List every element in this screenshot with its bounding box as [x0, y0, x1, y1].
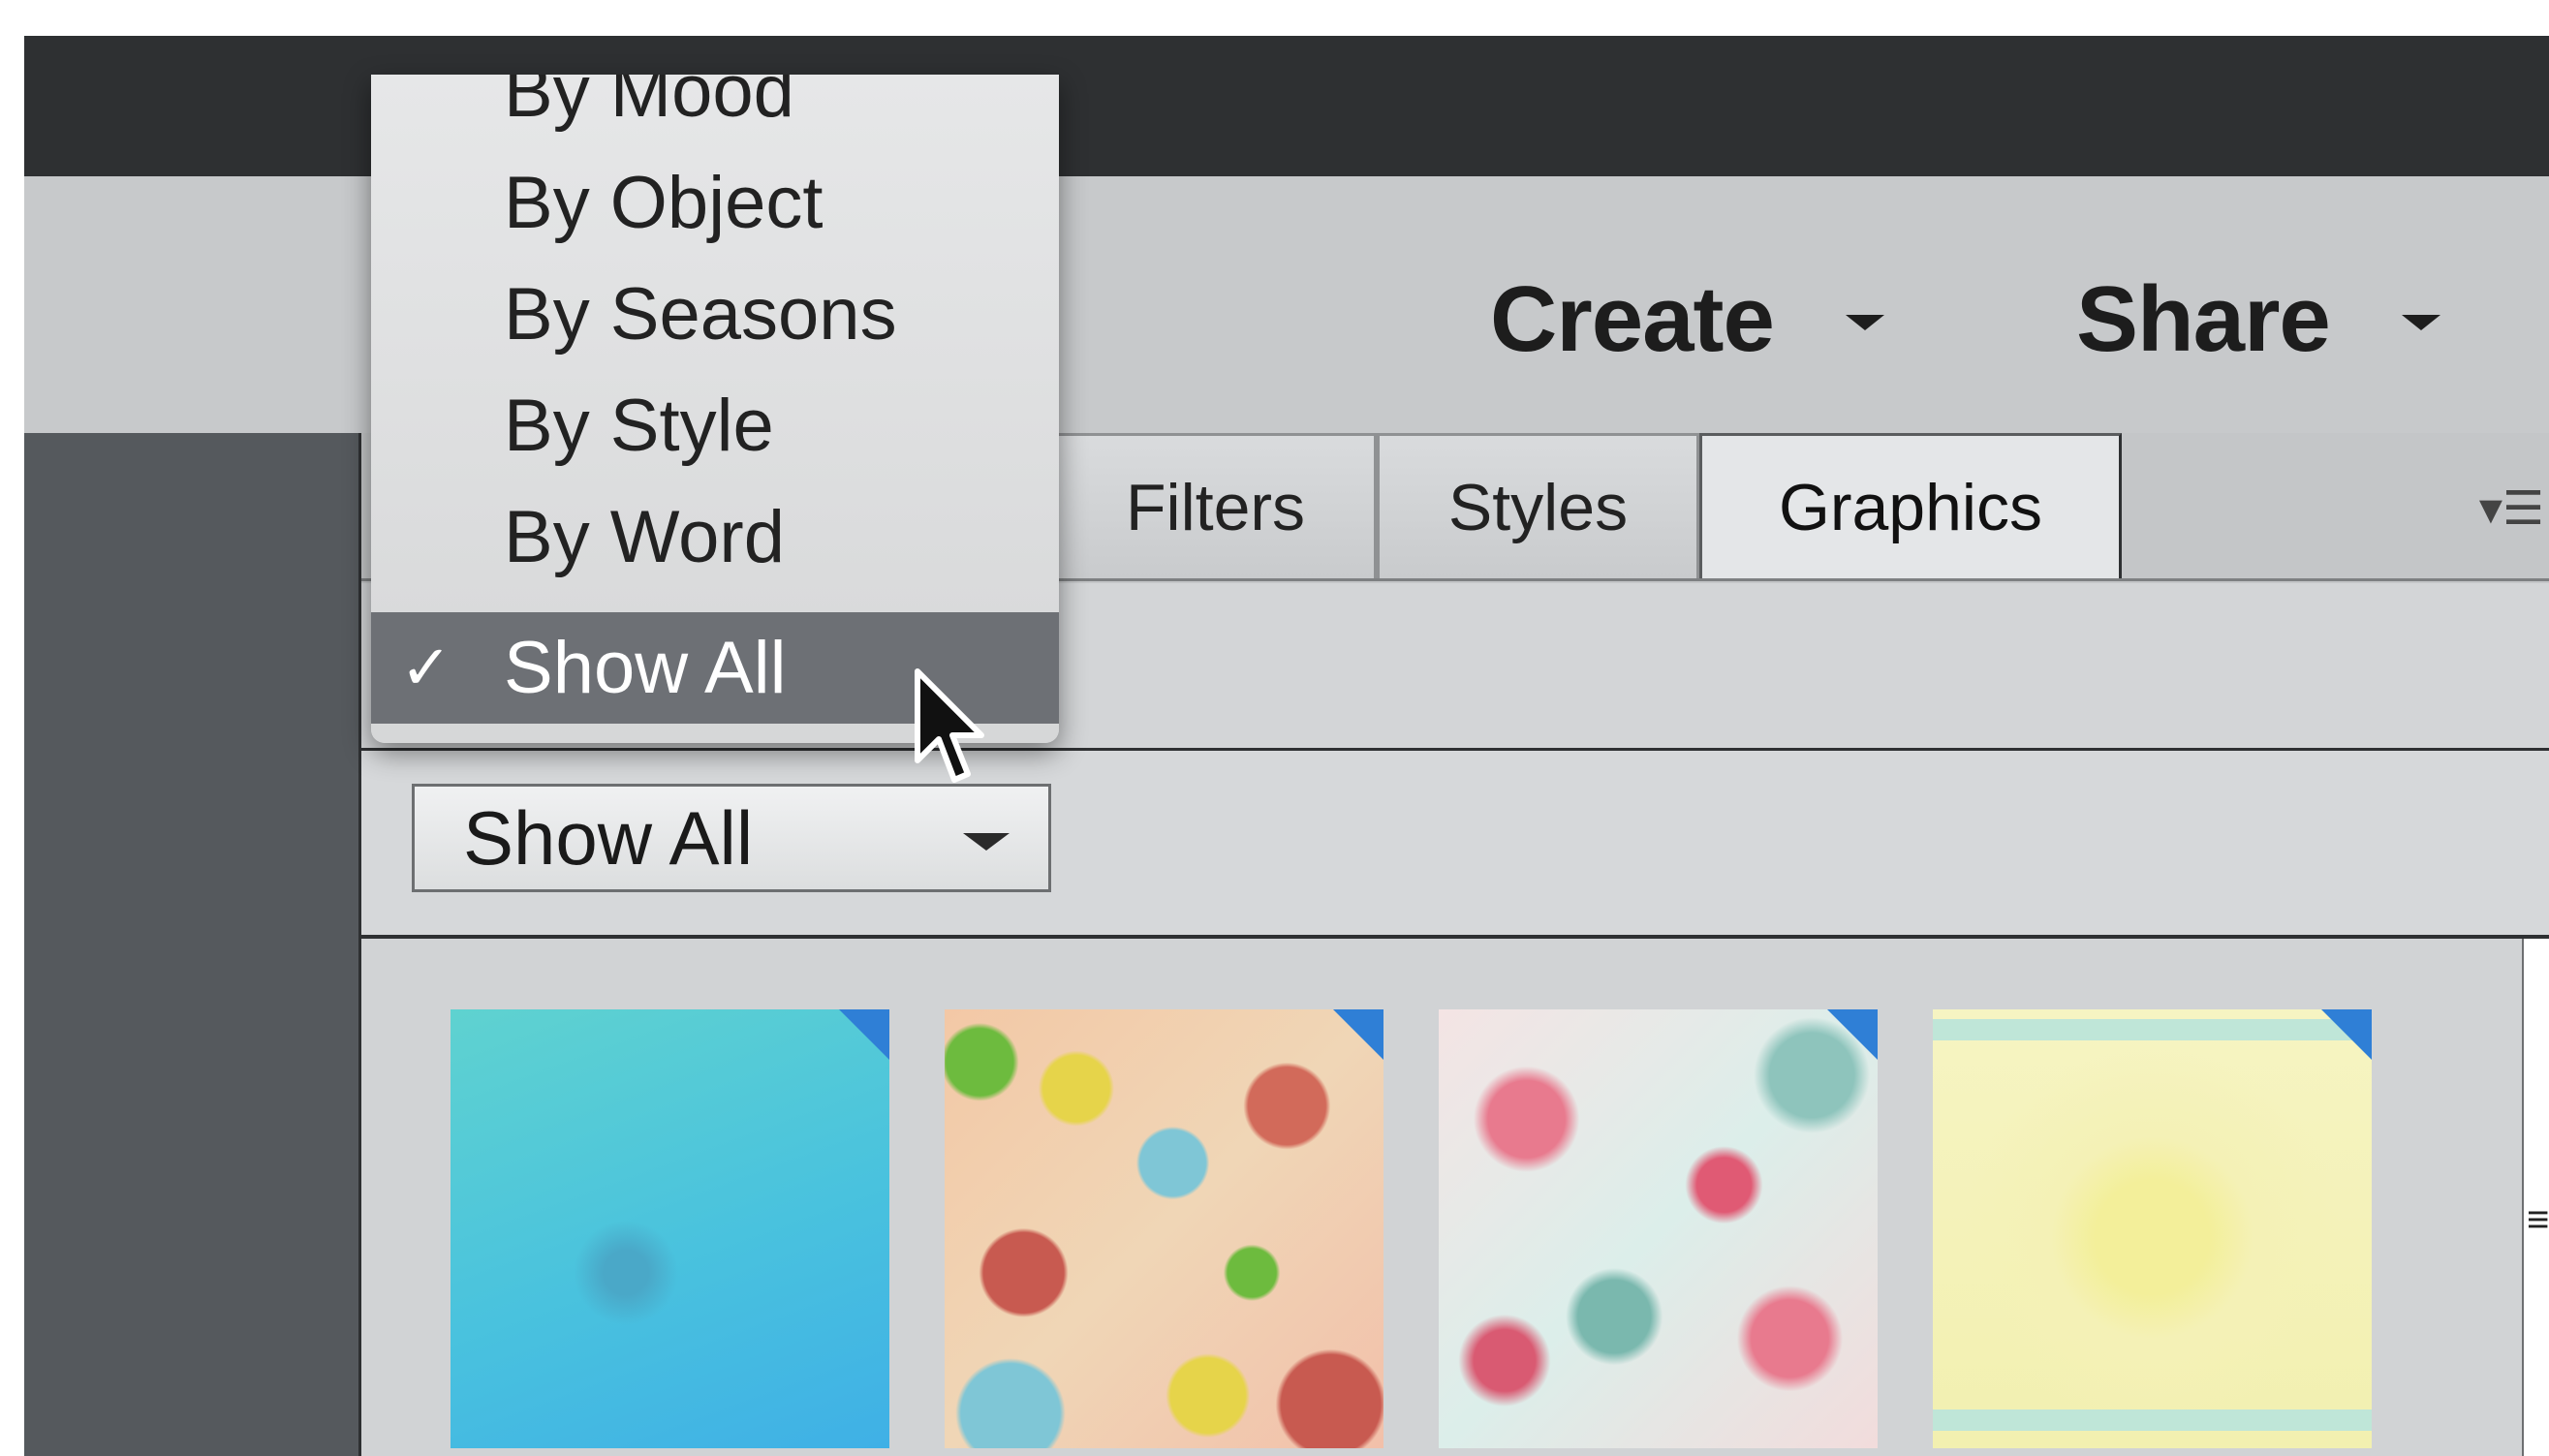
tab-filters[interactable]: Filters	[1054, 433, 1377, 578]
menu-item-label: By Seasons	[504, 273, 897, 356]
left-sidebar	[24, 433, 358, 1456]
tab-styles[interactable]: Styles	[1377, 433, 1699, 578]
app-window: Create Share Filters Styles Graphics ▾☰ …	[24, 36, 2549, 1456]
download-corner-icon	[839, 1009, 889, 1060]
menu-item-by-word[interactable]: By Word	[371, 481, 1059, 593]
category-dropdown-menu: By Mood By Object By Seasons By Style By…	[371, 75, 1059, 743]
mouse-pointer-icon	[915, 668, 984, 783]
thumbnail-band	[1933, 1019, 2372, 1040]
checkmark-icon: ✓	[400, 633, 452, 702]
menu-item-by-object[interactable]: By Object	[371, 147, 1059, 259]
thumbnail-band	[1933, 1410, 2372, 1431]
thumbnail-pastel-roses[interactable]	[945, 1009, 1383, 1448]
menu-item-by-style[interactable]: By Style	[371, 370, 1059, 481]
create-button[interactable]: Create	[1490, 266, 1884, 373]
scrollbar[interactable]	[2522, 939, 2549, 1456]
share-label: Share	[2076, 267, 2331, 371]
download-corner-icon	[2321, 1009, 2372, 1060]
create-label: Create	[1490, 267, 1775, 371]
chevron-down-icon	[963, 833, 1010, 851]
download-corner-icon	[1827, 1009, 1878, 1060]
menu-item-label: By Word	[504, 496, 786, 578]
menu-item-by-seasons[interactable]: By Seasons	[371, 259, 1059, 370]
panel-menu-icon[interactable]: ▾☰	[2479, 481, 2544, 536]
share-button[interactable]: Share	[2076, 266, 2440, 373]
menu-item-by-mood[interactable]: By Mood	[371, 75, 1059, 147]
filter-select[interactable]: Show All	[412, 784, 1051, 892]
chevron-down-icon	[1845, 315, 1884, 330]
menu-item-label: By Style	[504, 385, 774, 467]
chevron-down-icon	[2401, 315, 2440, 330]
tab-label: Filters	[1125, 470, 1306, 544]
tab-label: Styles	[1447, 470, 1629, 544]
thumbnail-pink-teal-splatter[interactable]	[1439, 1009, 1878, 1448]
tab-label: Graphics	[1778, 470, 2043, 544]
download-corner-icon	[1333, 1009, 1383, 1060]
menu-item-label: By Mood	[504, 75, 794, 133]
thumbnail-yellow-texture[interactable]	[1933, 1009, 2372, 1448]
menu-item-label: Show All	[504, 627, 787, 709]
thumbnail-cyan-watercolor[interactable]	[451, 1009, 889, 1448]
tab-graphics[interactable]: Graphics	[1699, 433, 2122, 578]
menu-item-label: By Object	[504, 162, 824, 244]
scrollbar-grip-icon[interactable]: ≡	[2527, 1198, 2549, 1242]
filter-select-value: Show All	[463, 794, 754, 881]
